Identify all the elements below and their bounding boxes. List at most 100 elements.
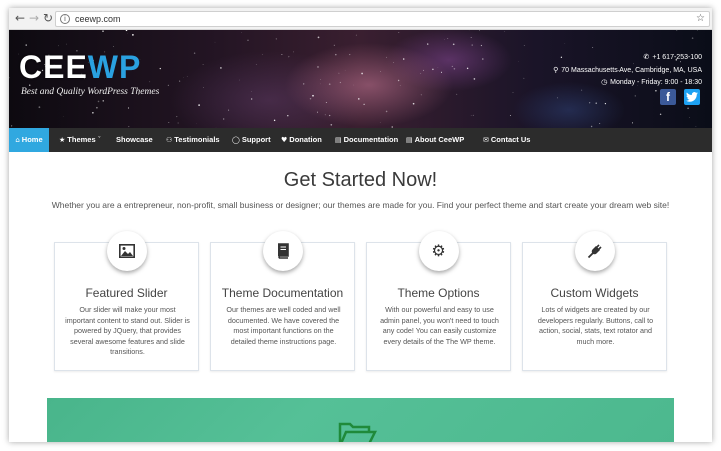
star-dot: [349, 54, 351, 56]
feature-text: Lots of widgets are created by our devel…: [537, 305, 654, 346]
feature-title: Theme Options: [397, 286, 480, 300]
info-icon[interactable]: i: [60, 14, 70, 24]
star-dot: [62, 116, 64, 117]
star-dot: [58, 45, 59, 47]
chevron-down-icon: ˇ: [97, 136, 102, 144]
star-dot: [590, 125, 593, 128]
heart-icon: ♥: [281, 136, 288, 144]
feature-card[interactable]: Custom Widgets Lots of widgets are creat…: [522, 231, 667, 371]
star-dot: [239, 79, 240, 81]
star-dot: [564, 43, 566, 44]
site-logo[interactable]: CEEWP: [19, 50, 141, 84]
star-dot: [466, 67, 469, 70]
star-dot: [102, 100, 104, 102]
star-dot: [634, 95, 636, 97]
hero-title: Get Started Now!: [283, 169, 438, 191]
twitter-bird-icon: [686, 92, 698, 102]
star-dot: [149, 81, 151, 83]
nav-label: About CeeWP: [414, 135, 465, 144]
twitter-icon[interactable]: [684, 89, 700, 105]
star-dot: [471, 44, 473, 46]
star-dot: [696, 30, 698, 31]
green-banner: [47, 398, 674, 442]
star-dot: [479, 30, 480, 31]
star-dot: [399, 85, 401, 86]
nav-label: Showcase: [116, 135, 153, 144]
star-dot: [676, 30, 678, 31]
star-dot: [102, 30, 104, 32]
star-dot: [127, 33, 128, 34]
star-icon[interactable]: ☆: [696, 12, 705, 26]
star-icon: ★: [59, 136, 66, 144]
arrow-right-icon[interactable]: →: [27, 11, 41, 25]
site-header: CEEWP Best and Quality WordPress Themes …: [9, 30, 712, 128]
star-dot: [333, 44, 335, 46]
feature-card[interactable]: ⚙ Theme Options With our powerful and ea…: [366, 231, 511, 371]
star-dot: [177, 122, 179, 124]
nav-item-home[interactable]: ⌂ Home: [9, 128, 49, 152]
nav-item-contact[interactable]: ✉ Contact Us: [483, 128, 530, 152]
star-dot: [363, 103, 365, 105]
nav-item-testimonials[interactable]: ⚇ Testimonials: [166, 128, 220, 152]
star-dot: [25, 44, 27, 46]
star-dot: [287, 114, 289, 117]
star-dot: [159, 67, 161, 70]
star-dot: [358, 98, 360, 100]
star-dot: [214, 41, 216, 43]
star-dot: [509, 115, 511, 116]
star-dot: [228, 109, 230, 111]
star-dot: [255, 64, 257, 65]
lifebuoy-icon: ◯: [232, 136, 240, 144]
star-dot: [444, 39, 445, 40]
star-dot: [317, 36, 320, 39]
star-dot: [273, 119, 276, 122]
feature-card[interactable]: Theme Documentation Our themes are well …: [210, 231, 355, 371]
phone-icon: ✆: [643, 53, 650, 61]
book-icon: [262, 231, 303, 271]
star-dot: [329, 114, 331, 117]
url-text[interactable]: ceewp.com: [75, 13, 121, 26]
star-dot: [599, 123, 601, 124]
star-dot: [482, 58, 484, 60]
plug-glyph: [587, 244, 602, 259]
star-dot: [168, 122, 170, 124]
facebook-icon[interactable]: f: [660, 89, 676, 105]
star-dot: [38, 106, 41, 109]
star-dot: [186, 76, 188, 77]
star-dot: [691, 37, 694, 39]
nav-item-themes[interactable]: ★ Themes ˇ: [59, 128, 103, 152]
nav-item-showcase[interactable]: Showcase: [116, 128, 153, 152]
book-glyph: [277, 243, 289, 259]
star-dot: [9, 77, 10, 79]
nav-item-documentation[interactable]: ▤ Documentation: [335, 128, 398, 152]
star-dot: [330, 123, 333, 126]
star-dot: [293, 51, 295, 53]
star-dot: [355, 34, 357, 36]
arrow-left-icon[interactable]: ←: [13, 11, 27, 25]
star-dot: [338, 72, 340, 74]
feature-card[interactable]: Featured Slider Our slider will make you…: [54, 231, 199, 371]
nav-item-support[interactable]: ◯ Support: [232, 128, 271, 152]
star-dot: [659, 113, 662, 116]
star-dot: [655, 89, 657, 92]
nav-item-about[interactable]: ▤ About CeeWP: [406, 128, 464, 152]
star-dot: [281, 54, 283, 55]
feature-title: Custom Widgets: [550, 286, 639, 300]
address-bar[interactable]: i ceewp.com ☆: [55, 11, 710, 27]
star-dot: [581, 89, 583, 91]
star-dot: [324, 114, 326, 116]
nav-item-donation[interactable]: ♥ Donation: [281, 128, 322, 152]
star-dot: [595, 102, 597, 104]
file-icon: ▤: [406, 136, 413, 144]
star-dot: [473, 78, 476, 80]
star-dot: [132, 34, 134, 36]
browser-window: ← → ↻ i ceewp.com ☆ CEEWP Best and Quali…: [9, 8, 712, 442]
star-dot: [251, 91, 252, 93]
star-dot: [689, 117, 690, 118]
star-dot: [10, 125, 13, 127]
star-dot: [198, 104, 200, 106]
star-dot: [557, 97, 558, 99]
logo-text-cee: CEE: [19, 49, 88, 85]
nav-label: Documentation: [343, 135, 399, 144]
reload-icon[interactable]: ↻: [41, 11, 55, 25]
